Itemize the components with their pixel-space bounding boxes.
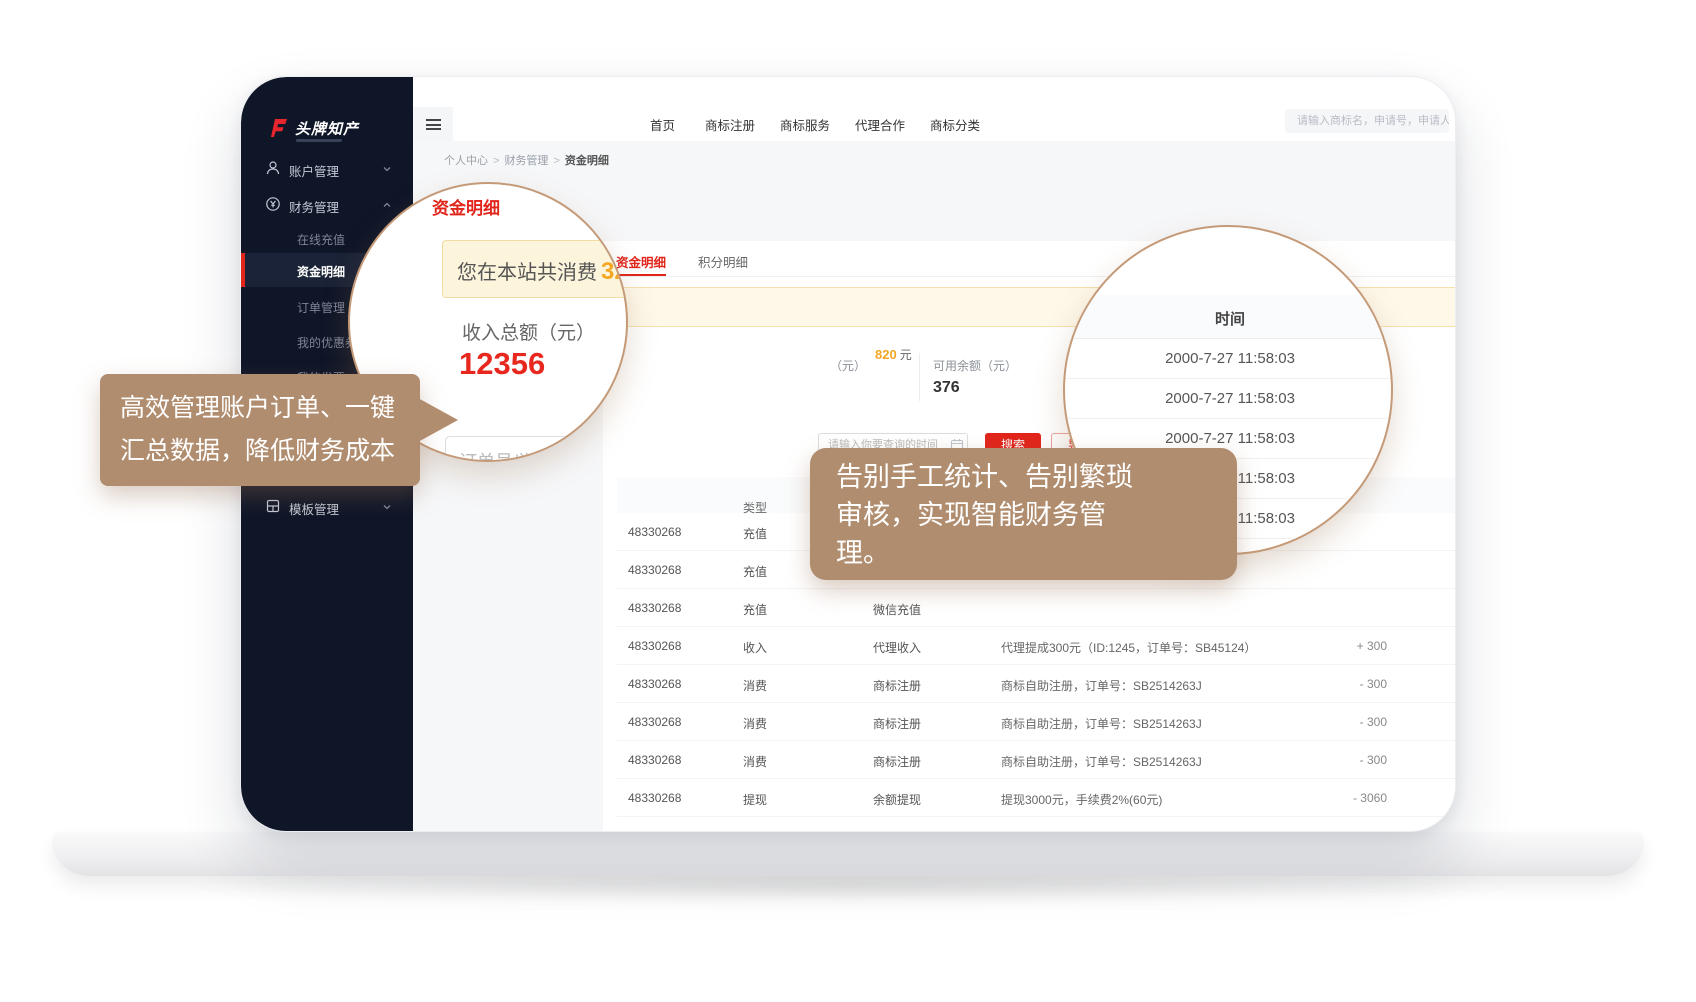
- callout-left: 高效管理账户订单、一键 汇总数据，降低财务成本: [100, 374, 420, 486]
- chevron-up-icon: [381, 199, 393, 211]
- nav-link-trademark-service[interactable]: 商标服务: [780, 115, 830, 134]
- magnified-tab-fragment: 资金明细: [432, 194, 500, 219]
- stat-balance-label: 可用余额（元）: [933, 357, 1017, 374]
- magnified-time-row: 2000-7-27 11:58:03: [1065, 339, 1393, 379]
- finance-icon: [265, 196, 281, 212]
- brand-logo-icon: [267, 117, 289, 139]
- brand-tagline-bar: [296, 139, 342, 142]
- sidebar-item-label: 模板管理: [289, 499, 339, 518]
- tab-secondary[interactable]: 积分明细: [698, 252, 748, 271]
- active-indicator-bar: [241, 253, 245, 287]
- table-row: 48330268提现余额提现提现3000元，手续费2%(60元)- 3060¥1…: [617, 779, 1456, 817]
- breadcrumb-item-current: 资金明细: [565, 155, 609, 167]
- magnified-time-header: 时间: [1065, 295, 1393, 339]
- template-icon: [265, 498, 281, 514]
- banner-visible-text: 820元: [875, 346, 912, 363]
- table-row: 48330268消费商标注册商标自助注册，订单号：SB2514263J- 300…: [617, 665, 1456, 703]
- chevron-down-icon: [381, 163, 393, 175]
- nav-link-trademark-category[interactable]: 商标分类: [930, 115, 980, 134]
- table-row: 48330268收入代理收入代理提成300元（ID:1245，订单号：SB451…: [617, 627, 1456, 665]
- trademark-search-input[interactable]: [1285, 109, 1449, 133]
- magnified-income-label: 收入总额（元）: [462, 318, 595, 345]
- sidebar-item-label: 财务管理: [289, 197, 339, 216]
- user-icon: [265, 160, 281, 176]
- chevron-down-icon: [381, 501, 393, 513]
- magnified-time-row: 2000-7-27 11:58:03: [1065, 379, 1393, 419]
- logo: 头牌知产: [267, 117, 397, 147]
- laptop-base: [52, 832, 1644, 876]
- stat-balance-value: 376: [933, 379, 960, 397]
- nav-link-agency[interactable]: 代理合作: [855, 115, 905, 134]
- sidebar-item-finance[interactable]: 财务管理: [241, 187, 413, 221]
- table-row: 48330268消费商标注册商标自助注册，订单号：SB2514263J- 300…: [617, 703, 1456, 741]
- hamburger-icon: [426, 119, 441, 130]
- breadcrumb: 个人中心>财务管理>资金明细: [444, 152, 609, 168]
- breadcrumb-item[interactable]: 财务管理: [504, 155, 548, 167]
- callout-right: 告别手工统计、告别繁琐 审核，实现智能财务管 理。: [810, 448, 1237, 580]
- sidebar-item-template[interactable]: 模板管理: [241, 489, 413, 523]
- sidebar-toggle[interactable]: [413, 107, 453, 141]
- brand-name: 头牌知产: [295, 118, 359, 139]
- sidebar-item-label: 账户管理: [289, 161, 339, 180]
- magnified-order-search-input: 订单号/说明关键字: [445, 436, 628, 462]
- laptop-mockup: 头牌知产 账户管理 财务管理: [0, 0, 1696, 1002]
- stat-expense-label-partial: （元）: [830, 357, 866, 374]
- nav-link-trademark-register[interactable]: 商标注册: [705, 115, 755, 134]
- callout-left-arrow: [418, 398, 458, 442]
- magnified-income-value: 12356: [459, 346, 545, 382]
- magnified-banner-text: 您在本站共消费32124元: [457, 256, 628, 286]
- top-navbar: 首页 商标注册 商标服务 代理合作 商标分类: [413, 77, 1456, 141]
- sidebar-item-account[interactable]: 账户管理: [241, 151, 413, 185]
- nav-link-home[interactable]: 首页: [650, 115, 675, 134]
- stat-divider: [919, 353, 920, 401]
- sort-caret-icon: ∨: [747, 499, 754, 510]
- breadcrumb-item[interactable]: 个人中心: [444, 155, 488, 167]
- table-row: 48330268充值微信充值: [617, 589, 1456, 627]
- table-row: 48330268消费商标注册商标自助注册，订单号：SB2514263J- 300…: [617, 741, 1456, 779]
